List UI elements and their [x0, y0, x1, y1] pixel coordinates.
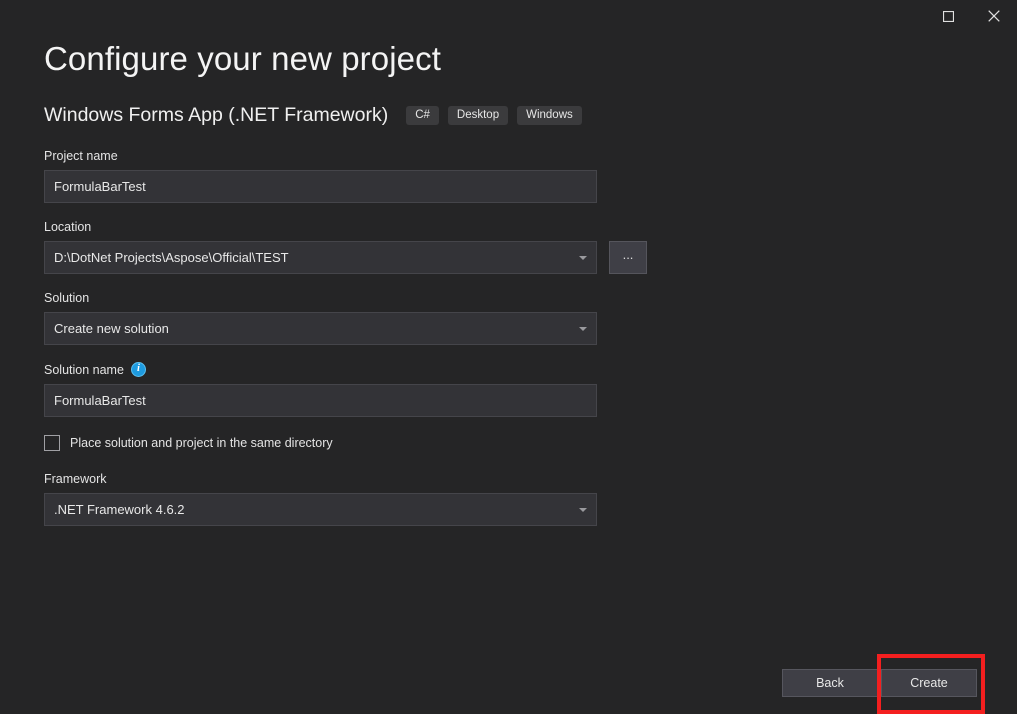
tag-os: Windows: [517, 106, 582, 125]
close-icon: [988, 10, 1000, 22]
solution-group: Solution Create new solution: [44, 291, 664, 345]
project-name-input[interactable]: [44, 170, 597, 203]
solution-combobox[interactable]: Create new solution: [44, 312, 597, 345]
chevron-down-icon: [579, 326, 587, 331]
tag-platform: Desktop: [447, 106, 509, 125]
solution-name-label-row: Solution name i: [44, 362, 664, 377]
solution-value: Create new solution: [54, 321, 169, 336]
create-button[interactable]: Create: [881, 669, 977, 697]
location-value: D:\DotNet Projects\Aspose\Official\TEST: [54, 250, 289, 265]
solution-name-label: Solution name: [44, 362, 124, 377]
framework-group: Framework .NET Framework 4.6.2: [44, 472, 664, 526]
maximize-button[interactable]: [925, 0, 971, 32]
project-config-form: Project name Location D:\DotNet Projects…: [44, 149, 664, 543]
location-combobox[interactable]: D:\DotNet Projects\Aspose\Official\TEST: [44, 241, 597, 274]
solution-name-group: Solution name i: [44, 362, 664, 417]
title-bar: [0, 0, 1017, 32]
framework-combobox[interactable]: .NET Framework 4.6.2: [44, 493, 597, 526]
framework-label: Framework: [44, 472, 107, 486]
browse-button[interactable]: ...: [609, 241, 647, 274]
template-name: Windows Forms App (.NET Framework): [44, 104, 389, 126]
project-name-group: Project name: [44, 149, 664, 203]
close-button[interactable]: [971, 0, 1017, 32]
info-icon[interactable]: i: [130, 362, 146, 377]
chevron-down-icon: [579, 507, 587, 512]
same-directory-checkbox[interactable]: [44, 435, 60, 451]
page-title: Configure your new project: [44, 40, 441, 77]
back-button[interactable]: Back: [782, 669, 878, 697]
solution-label: Solution: [44, 291, 90, 305]
location-group: Location D:\DotNet Projects\Aspose\Offic…: [44, 220, 664, 274]
maximize-icon: [942, 10, 954, 22]
template-summary: Windows Forms App (.NET Framework) C# De…: [44, 104, 582, 127]
same-directory-row[interactable]: Place solution and project in the same d…: [44, 435, 664, 451]
dialog-footer: Back Create: [0, 634, 1017, 714]
framework-value: .NET Framework 4.6.2: [54, 502, 185, 517]
project-name-label: Project name: [44, 149, 118, 163]
tag-language: C#: [406, 106, 439, 125]
location-label: Location: [44, 220, 92, 234]
same-directory-label: Place solution and project in the same d…: [70, 436, 333, 450]
chevron-down-icon: [579, 255, 587, 260]
location-row: D:\DotNet Projects\Aspose\Official\TEST …: [44, 241, 664, 274]
solution-name-input[interactable]: [44, 384, 597, 417]
dialog-body: Configure your new project Windows Forms…: [0, 32, 1017, 714]
